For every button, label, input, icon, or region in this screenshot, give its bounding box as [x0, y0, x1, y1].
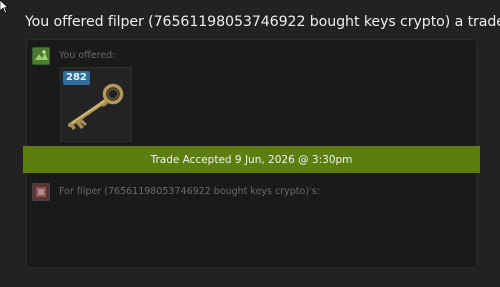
trade-header: You offered filper (76561198053746922 bo… — [25, 14, 500, 30]
partner-avatar[interactable] — [32, 183, 50, 201]
for-partner-label: For filper (76561198053746922 bought key… — [59, 186, 320, 197]
mouse-pointer-icon — [0, 0, 8, 14]
you-offered-label: You offered: — [59, 50, 116, 61]
avatar-image — [33, 48, 49, 64]
user-avatar[interactable] — [32, 47, 50, 65]
key-icon — [68, 83, 124, 130]
partner-avatar-image — [33, 184, 49, 200]
trade-status-banner: Trade Accepted 9 Jun, 2026 @ 3:30pm — [23, 146, 480, 173]
